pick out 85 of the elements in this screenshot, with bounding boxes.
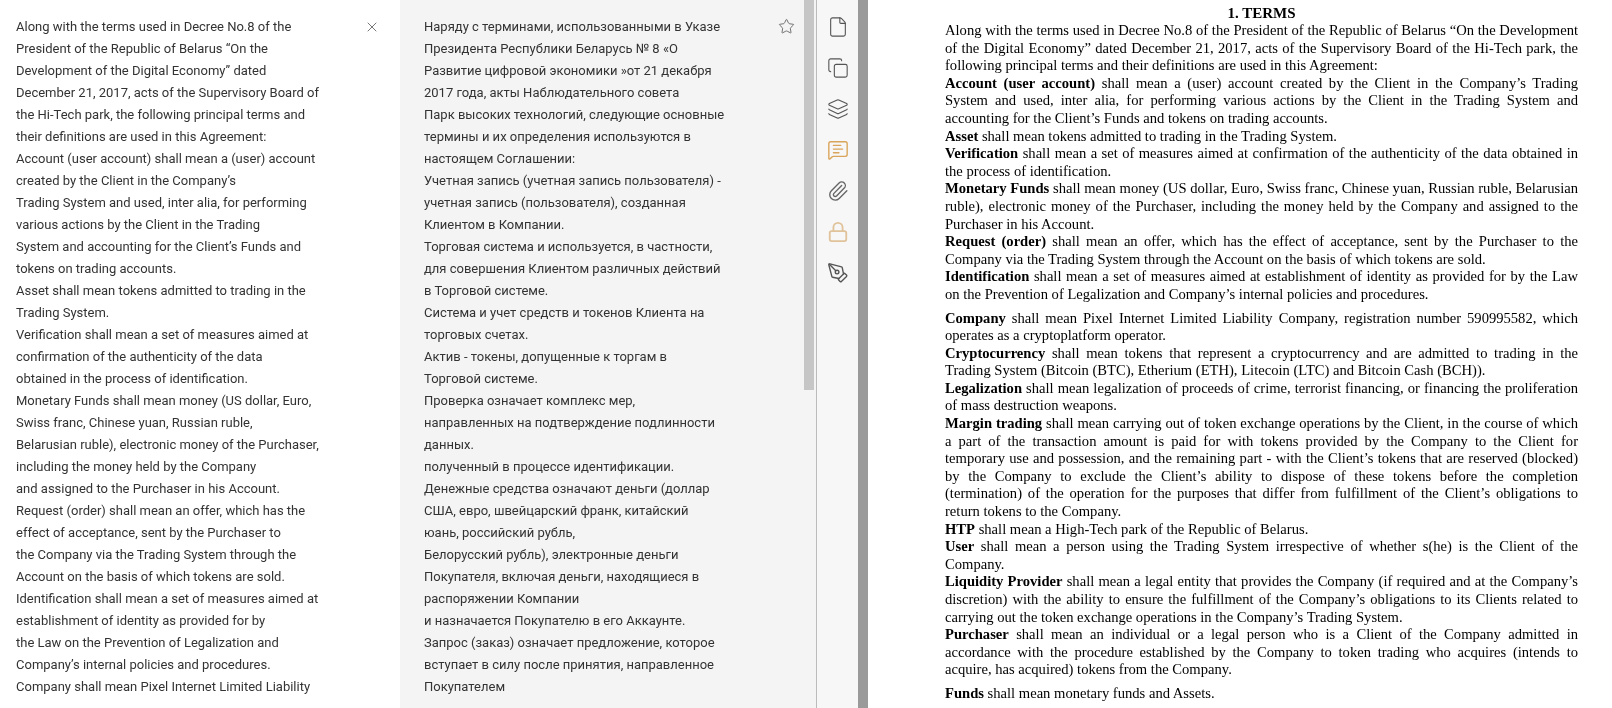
- source-text-line: Trading System and used, inter alia, for performing: [16, 194, 307, 212]
- translation-text-line: Наряду с терминами, использованными в Указе: [424, 18, 721, 36]
- source-text-line: Development of the Digital Economy” dated: [16, 62, 267, 80]
- document-paragraph: Cryptocurrency shall mean tokens that represent a cryptocurrency and are admitted to trading in the Trading System (Bitcoin (BTC), Etherium (ETH), Litecoin (LTC) and Bitcoin Cash (BCH)).: [945, 344, 1578, 380]
- document-paragraph: Identification shall mean a set of measures aimed at establishment of identity as provided for by the Law on the Prevention of Legalization and Company’s internal policies and procedures.: [945, 268, 1578, 304]
- translation-text-line: направленных на подтверждение подлинности: [424, 414, 715, 432]
- translation-text-line: Торговая система и используется, в частности,: [424, 238, 713, 256]
- translation-text-line: настоящем Соглашении:: [424, 150, 576, 168]
- translation-text-line: Система и учет средств и токенов Клиента на: [424, 304, 705, 322]
- translation-text-line: Торговой системе.: [424, 370, 538, 388]
- translation-text-line: Учетная запись (учетная запись пользователя) -: [424, 172, 721, 190]
- translation-text-line: Покупателя, включая деньги, находящиеся в: [424, 568, 700, 586]
- document-paragraph: HTP shall mean a High-Tech park of the Republic of Belarus.: [945, 520, 1310, 539]
- translation-text-line: термины и их определения используются в: [424, 128, 691, 146]
- source-text-line: various actions by the Client in the Trading: [16, 216, 260, 234]
- translation-text-line: в Торговой системе.: [424, 282, 549, 300]
- source-text-line: effect of acceptance, sent by the Purchaser to: [16, 524, 281, 542]
- translation-text-line: Запрос (заказ) означает предложение, которое: [424, 634, 715, 652]
- source-text-line: Company shall mean Pixel Internet Limited Liability: [16, 678, 311, 696]
- document-paragraph: Asset shall mean tokens admitted to trading in the Trading System.: [945, 127, 1338, 146]
- translation-text-line: 2017 года, акты Наблюдательного совета: [424, 84, 680, 102]
- source-text-line: Belarusian ruble), electronic money of the Purchaser,: [16, 436, 319, 454]
- translation-text-line: и назначается Покупателю в его Аккаунте.: [424, 612, 686, 630]
- pages-icon[interactable]: [826, 57, 849, 79]
- translation-text-line: Денежные средства означают деньги (доллар: [424, 480, 710, 498]
- source-text-line: Request (order) shall mean an offer, which has the: [16, 502, 306, 520]
- source-text-line: Along with the terms used in Decree No.8 of the: [16, 18, 292, 36]
- translation-text-line: США, евро, швейцарский франк, китайский: [424, 502, 689, 520]
- star-icon[interactable]: [778, 18, 795, 35]
- source-text-line: and assigned to the Purchaser in his Account.: [16, 480, 280, 498]
- source-text-line: Trading System.: [16, 304, 110, 322]
- translation-text-line: юань, российский рубль,: [424, 524, 576, 542]
- document-paragraph: Along with the terms used in Decree No.8 of the President of the Republic of Belarus “On the Development of the Digital Economy” dated December 21, 2017, acts of the Supervisory Board of the Hi-Tech park, the following principal terms and their definitions are used in this Agreement:: [945, 22, 1578, 75]
- document-paragraph: User shall mean a person using the Trading System irrespective of whether s(he) is the Client of the Company.: [945, 538, 1578, 574]
- source-text-line: Asset shall mean tokens admitted to trading in the: [16, 282, 306, 300]
- document-paragraph: Purchaser shall mean an individual or a legal person who is a Client of the Company admitted in accordance with the procedure established by the Company to token trading who acquires (intends to acquire, has acquired) tokens from the Company.: [945, 626, 1578, 679]
- translation-text-line: Президента Республики Беларусь № 8 «О: [424, 40, 678, 58]
- pen-icon[interactable]: [826, 262, 849, 284]
- translation-text-line: Парк высоких технологий, следующие основные: [424, 106, 725, 124]
- source-text-line: obtained in the process of identification.: [16, 370, 248, 388]
- document-paragraph: Monetary Funds shall mean money (US dollar, Euro, Swiss franc, Chinese yuan, Russian ruble, Belarusian ruble), electronic money of the Purchaser, including the money held by the Company and assigned to the Purchaser in his Account.: [945, 180, 1578, 234]
- source-text-line: Verification shall mean a set of measures aimed at: [16, 326, 309, 344]
- document-paragraph: Funds shall mean monetary funds and Assets.: [945, 684, 1216, 703]
- translation-text-line: Развитие цифровой экономики »от 21 декабря: [424, 62, 712, 80]
- source-text-line: created by the Client in the Company’s: [16, 172, 236, 190]
- translation-text-line: Покупателем: [424, 678, 506, 696]
- source-text-line: Swiss franc, Chinese yuan, Russian ruble,: [16, 414, 253, 432]
- translation-text-line: полученный в процессе идентификации.: [424, 458, 675, 476]
- source-text-line: confirmation of the authenticity of the data: [16, 348, 263, 366]
- translation-text-line: для совершения Клиентом различных действий: [424, 260, 721, 278]
- document-paragraph: Liquidity Provider shall mean a legal entity that provides the Company (if required and at the Company’s discretion) with the ability to ensure the fulfillment of the Company’s obligations to its Clients related to carrying out the token exchange operations in the Company’s Trading System.: [945, 573, 1578, 627]
- source-text-line: Account (user account) shall mean a (user) account: [16, 150, 316, 168]
- translation-text-line: учетная запись (пользователя), созданная: [424, 194, 686, 212]
- paperclip-icon[interactable]: [826, 180, 849, 202]
- translation-text-line: торговых счетах.: [424, 326, 529, 344]
- source-text-line: President of the Republic of Belarus “On the: [16, 40, 268, 58]
- source-text-line: including the money held by the Company: [16, 458, 257, 476]
- source-text-line: the Law on the Prevention of Legalization and: [16, 634, 279, 652]
- document-paragraph: Company shall mean Pixel Internet Limited Liability Company, registration number 590995582, which operates as a cryptoplatform operator.: [945, 309, 1578, 345]
- translation-text-line: Актив - токены, допущенные к торгам в: [424, 348, 667, 366]
- section-heading: 1. TERMS: [1227, 4, 1296, 22]
- source-text-line: tokens on trading accounts.: [16, 260, 177, 278]
- translation-text-line: Белорусский рубль), электронные деньги: [424, 546, 679, 564]
- source-text-line: December 21, 2017, acts of the Supervisory Board of: [16, 84, 319, 102]
- translation-text-line: распоряжении Компании: [424, 590, 580, 608]
- translation-text-line: Проверка означает комплекс мер,: [424, 392, 636, 410]
- translation-text-line: данных.: [424, 436, 474, 454]
- translation-text-line: вступает в силу после принятия, направленное: [424, 656, 714, 674]
- document-paragraph: Margin trading shall mean carrying out of token exchange operations by the Client, in the course of which a part of the transaction amount is paid for with tokens provided by the Company to the Client for temporary use and possession, and the remaining part - with the Client’s tokens that are reserved (blocked) by the Company to exclude the Client’s ability to dispose of these tokens before the completion (termination) of the operation for the purposes that differ from fulfillment of the Client’s obligations to return tokens to the Company.: [945, 415, 1578, 521]
- source-text-line: establishment of identity as provided for by: [16, 612, 266, 630]
- source-text-line: Monetary Funds shall mean money (US dollar, Euro,: [16, 392, 312, 410]
- document-paragraph: Account (user account) shall mean a (user) account created by the Client in the Company’s Trading System and used, inter alia, for performing various actions by the Client in the Trading System and accounting for the Client’s Funds and tokens on trading accounts.: [945, 74, 1578, 128]
- source-text-line: Account on the basis of which tokens are sold.: [16, 568, 285, 586]
- source-text-line: Identification shall mean a set of measures aimed at: [16, 590, 319, 608]
- document-paragraph: Legalization shall mean legalization of proceeds of crime, terrorist financing, or financing the proliferation of mass destruction weapons.: [945, 379, 1578, 416]
- source-text-line: the Hi-Tech park, the following principal terms and: [16, 106, 305, 124]
- translation-text-line: Клиентом в Компании.: [424, 216, 565, 234]
- layers-icon[interactable]: [826, 98, 849, 120]
- source-text-line: the Company via the Trading System through the: [16, 546, 297, 564]
- scrollbar-thumb[interactable]: [804, 0, 814, 390]
- source-text-line: Company’s internal policies and procedures.: [16, 656, 271, 674]
- document-paragraph: Request (order) shall mean an offer, which has the effect of acceptance, sent by the Purchaser to the Company via the Trading System through the Account on the basis of which tokens are sold.: [945, 233, 1578, 269]
- source-text-line: System and accounting for the Client’s Funds and: [16, 238, 301, 256]
- source-text-line: their definitions are used in this Agreement:: [16, 128, 267, 146]
- document-paragraph: Verification shall mean a set of measures aimed at confirmation of the authenticity of the data obtained in the process of identification.: [945, 145, 1578, 181]
